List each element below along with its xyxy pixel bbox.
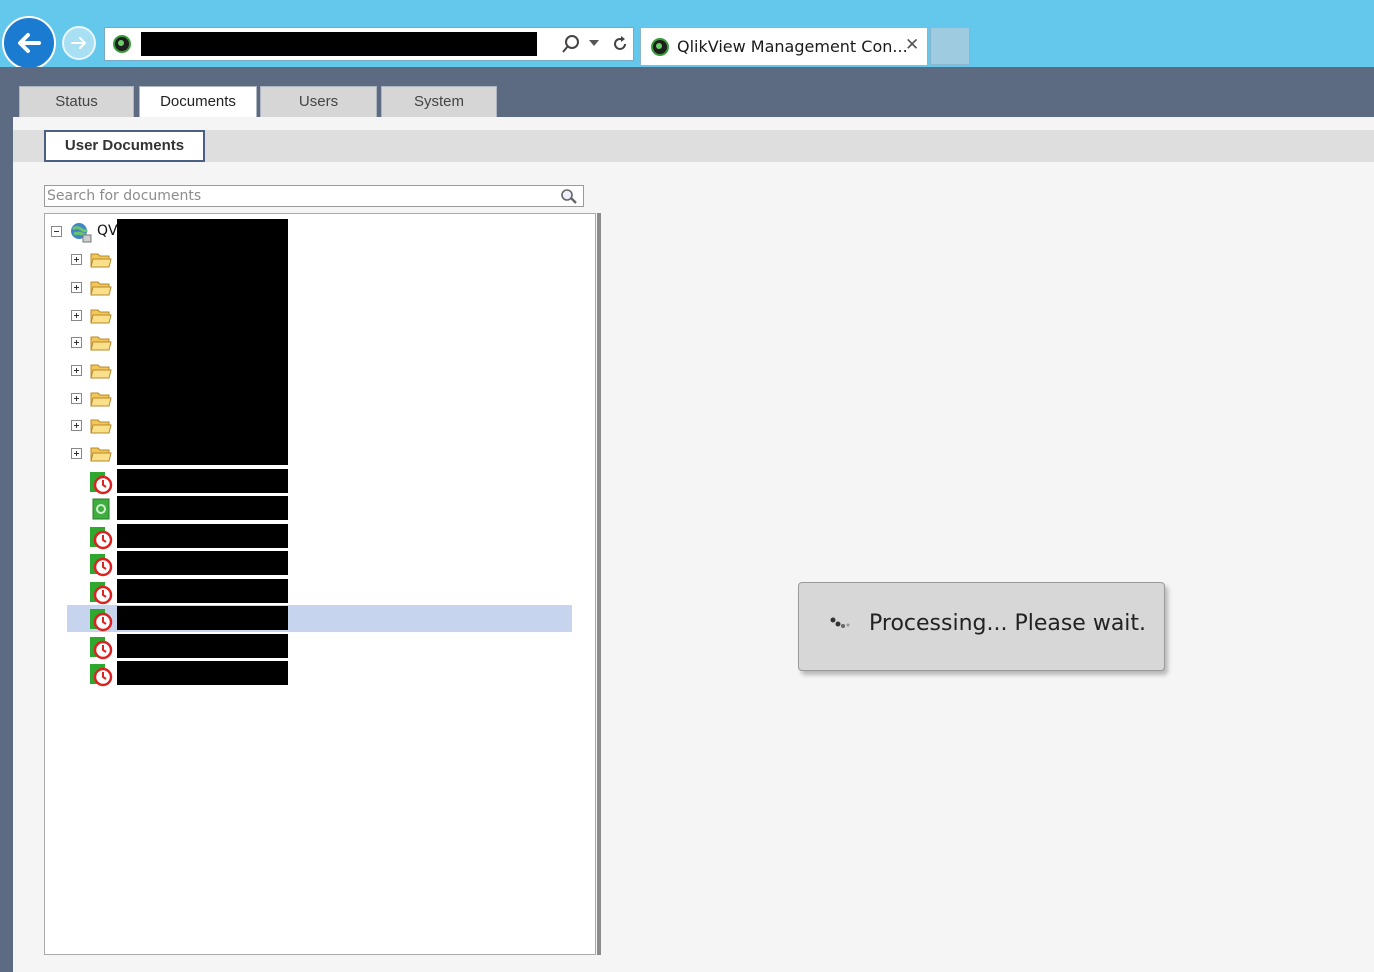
- folder-icon: [90, 419, 112, 434]
- search-icon[interactable]: [561, 34, 581, 54]
- tree-folder[interactable]: [47, 331, 552, 355]
- expand-icon[interactable]: [71, 337, 82, 348]
- document-task-icon: [90, 664, 113, 687]
- tab-documents[interactable]: Documents: [139, 86, 257, 119]
- redacted-name: [117, 551, 288, 575]
- tree-root-label: QV: [97, 223, 118, 239]
- tree-folder[interactable]: [47, 276, 552, 300]
- redacted-name: [117, 579, 288, 603]
- redacted-name: [117, 469, 288, 493]
- arrow-left-icon: [18, 33, 41, 53]
- folder-icon: [90, 364, 112, 379]
- expand-icon[interactable]: [71, 365, 82, 376]
- qlikview-document-icon: [92, 498, 110, 520]
- tree-folder[interactable]: [47, 248, 552, 272]
- folder-icon: [90, 309, 112, 324]
- processing-message: Processing... Please wait.: [869, 611, 1147, 636]
- browser-tab[interactable]: QlikView Management Con... ✕: [640, 27, 928, 65]
- tree-folder[interactable]: [47, 387, 552, 411]
- collapse-icon[interactable]: [51, 226, 62, 237]
- redacted-name: [117, 634, 288, 658]
- tab-users[interactable]: Users: [260, 86, 377, 117]
- folder-icon: [90, 447, 112, 462]
- document-task-icon: [90, 527, 113, 550]
- expand-icon[interactable]: [71, 310, 82, 321]
- folder-icon: [90, 392, 112, 407]
- tab-status[interactable]: Status: [19, 86, 134, 117]
- chevron-down-icon[interactable]: [589, 40, 599, 48]
- expand-icon[interactable]: [71, 420, 82, 431]
- redacted-name: [117, 524, 288, 548]
- expand-icon[interactable]: [71, 282, 82, 293]
- processing-dialog: Processing... Please wait.: [798, 582, 1165, 671]
- tree-folder[interactable]: [47, 442, 552, 466]
- document-task-icon: [90, 637, 113, 660]
- search-icon[interactable]: [560, 188, 578, 204]
- redacted-url: [141, 32, 537, 56]
- forward-button[interactable]: [62, 26, 96, 60]
- app-navigation: Status Documents Users System: [0, 67, 1374, 119]
- server-globe-icon: [71, 223, 92, 243]
- redacted-name: [117, 661, 288, 685]
- tree-folder[interactable]: [47, 304, 552, 328]
- document-task-icon: [90, 472, 113, 495]
- redacted-name: [117, 496, 288, 520]
- subtab-strip: User Documents: [13, 130, 1374, 162]
- tree-folder[interactable]: [47, 414, 552, 438]
- redacted-name: [117, 606, 288, 630]
- document-task-icon: [90, 609, 113, 632]
- new-tab-button[interactable]: [930, 27, 970, 65]
- search-input[interactable]: [47, 187, 547, 205]
- tab-system[interactable]: System: [381, 86, 497, 117]
- document-task-icon: [90, 554, 113, 577]
- qlikview-favicon-icon: [113, 35, 131, 53]
- arrow-right-icon: [71, 37, 86, 49]
- search-box[interactable]: [44, 185, 584, 207]
- qlikview-favicon-icon: [651, 38, 669, 56]
- document-tree: QV: [44, 213, 596, 955]
- browser-toolbar: QlikView Management Con... ✕: [0, 0, 1374, 70]
- spinner-icon: [830, 617, 850, 628]
- browser-tab-title: QlikView Management Con...: [677, 37, 908, 56]
- tree-folder[interactable]: [47, 359, 552, 383]
- back-button[interactable]: [2, 16, 56, 70]
- address-bar[interactable]: [104, 27, 634, 61]
- folder-icon: [90, 253, 112, 268]
- folder-icon: [90, 336, 112, 351]
- expand-icon[interactable]: [71, 393, 82, 404]
- expand-icon[interactable]: [71, 448, 82, 459]
- folder-icon: [90, 281, 112, 296]
- document-task-icon: [90, 582, 113, 605]
- expand-icon[interactable]: [71, 254, 82, 265]
- close-icon[interactable]: ✕: [905, 35, 919, 55]
- page-edge: [0, 117, 13, 972]
- refresh-icon[interactable]: [610, 34, 630, 54]
- subtab-user-documents[interactable]: User Documents: [44, 130, 205, 162]
- panel-splitter[interactable]: [597, 213, 601, 955]
- documents-page: User Documents QV: [13, 117, 1374, 972]
